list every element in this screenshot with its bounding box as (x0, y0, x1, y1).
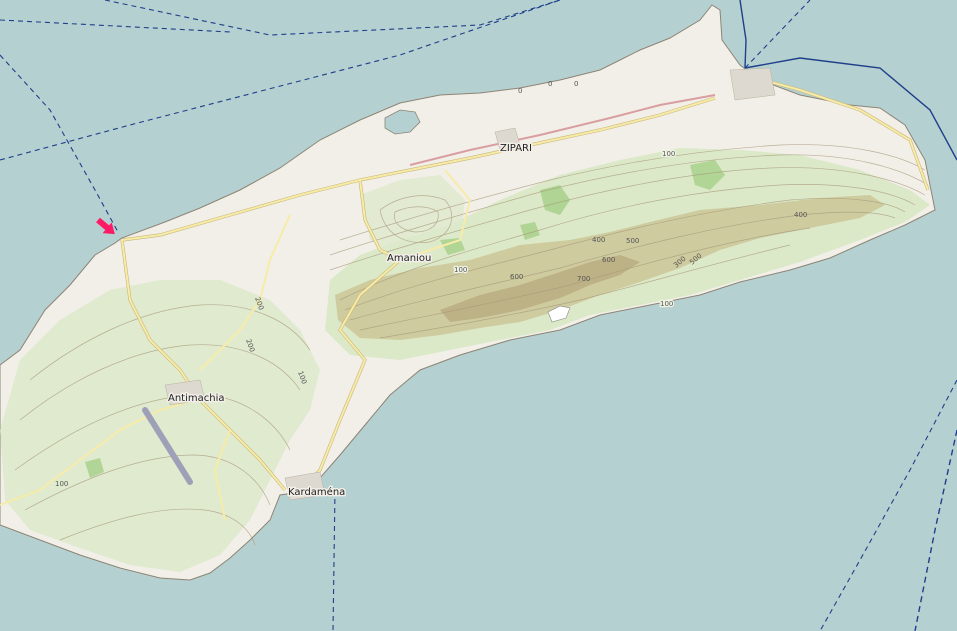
elevation-label: 700 (577, 275, 590, 283)
elevation-label: 100 (454, 266, 467, 274)
elevation-label: 500 (626, 237, 639, 245)
elevation-label: 600 (602, 256, 615, 264)
elevation-label: 100 (662, 150, 675, 158)
place-label-antimachia[interactable]: Antimachia (168, 393, 225, 404)
elevation-label: 600 (510, 273, 523, 281)
elevation-label: 400 (794, 211, 807, 219)
town-area-kos (729, 67, 776, 101)
elevation-label: 0 (574, 80, 578, 88)
elevation-label: 100 (55, 480, 68, 488)
elevation-label: 100 (660, 300, 673, 308)
map-svg[interactable]: 100 100 100 100 100 100 100 100 200 200 … (0, 0, 957, 631)
place-label-zipari[interactable]: ZIPARI (500, 143, 532, 154)
place-label-kardamena[interactable]: Kardaména (288, 486, 345, 498)
map-canvas[interactable]: 100 100 100 100 100 100 100 100 200 200 … (0, 0, 957, 631)
elevation-label: 0 (548, 80, 552, 88)
place-label-amaniou[interactable]: Amaniou (387, 253, 431, 264)
elevation-label: 400 (592, 236, 605, 244)
elevation-label: 0 (518, 87, 522, 95)
